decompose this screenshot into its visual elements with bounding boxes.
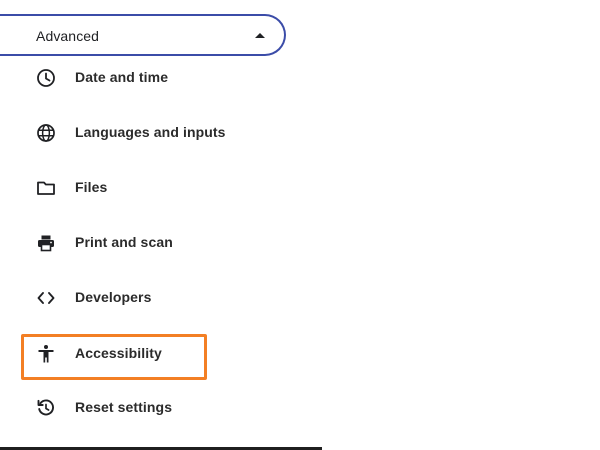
menu-item-label: Languages and inputs: [75, 124, 226, 140]
menu-item-reset-settings[interactable]: Reset settings: [0, 384, 320, 432]
menu-item-label: Files: [75, 179, 108, 195]
printer-icon: [36, 233, 56, 253]
accessibility-icon: [36, 344, 56, 364]
menu-item-languages-and-inputs[interactable]: Languages and inputs: [0, 109, 320, 157]
menu-item-label: Print and scan: [75, 234, 173, 250]
reset-icon: [36, 398, 56, 418]
caret-up-icon: [255, 33, 265, 38]
menu-item-date-and-time[interactable]: Date and time: [0, 54, 320, 102]
menu-item-print-and-scan[interactable]: Print and scan: [0, 219, 320, 267]
menu-item-files[interactable]: Files: [0, 164, 320, 212]
menu-item-label: Reset settings: [75, 399, 173, 415]
globe-icon: [36, 123, 56, 143]
clock-icon: [36, 68, 56, 88]
advanced-section-toggle[interactable]: Advanced: [0, 14, 286, 56]
settings-page: Advanced Date and time Languages and inp…: [0, 0, 600, 450]
menu-item-label: Developers: [75, 289, 152, 305]
menu-item-label: Accessibility: [75, 345, 162, 361]
menu-item-accessibility[interactable]: Accessibility: [0, 330, 320, 378]
advanced-label: Advanced: [36, 28, 100, 44]
menu-item-label: Date and time: [75, 69, 169, 85]
folder-icon: [36, 178, 56, 198]
code-icon: [36, 288, 56, 308]
menu-item-developers[interactable]: Developers: [0, 274, 320, 322]
